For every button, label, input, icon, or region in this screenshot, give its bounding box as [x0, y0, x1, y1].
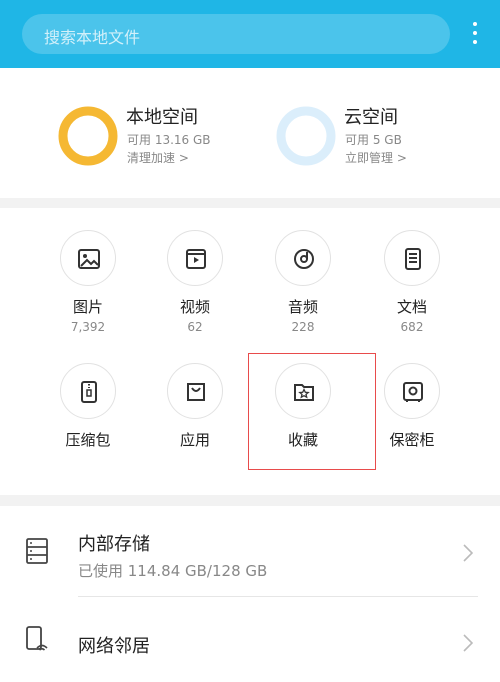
category-label: 应用 [179, 431, 210, 449]
clean-accelerate-link[interactable]: 清理加速 > [127, 149, 189, 166]
internal-storage-title: 内部存储 [78, 534, 150, 555]
local-space-title[interactable]: 本地空间 [126, 103, 198, 129]
local-storage-ring-icon [58, 106, 118, 166]
storage-summary: 本地空间 可用 13.16 GB 清理加速 > 云空间 可用 5 GB 立即管理… [0, 68, 500, 198]
category-audio[interactable]: 音频 228 [263, 230, 343, 334]
category-videos[interactable]: 视频 62 [155, 230, 235, 334]
category-safe[interactable]: 保密柜 [372, 363, 452, 450]
category-label: 视频 [179, 298, 210, 316]
document-icon [405, 248, 421, 270]
manage-now-link[interactable]: 立即管理 > [345, 149, 407, 166]
image-icon [78, 249, 100, 269]
category-label: 音频 [287, 298, 318, 316]
category-label: 保密柜 [389, 431, 435, 449]
category-label: 文档 [396, 298, 427, 316]
more-menu-icon[interactable] [465, 19, 485, 49]
divider [78, 596, 478, 597]
chevron-right-icon [463, 544, 473, 562]
category-grid: 图片 7,392 视频 62 音频 228 文档 682 压缩包 应用 收藏 保… [0, 208, 500, 495]
storage-list: 内部存储 已使用 114.84 GB/128 GB 网络邻居 [0, 506, 500, 682]
category-images[interactable]: 图片 7,392 [48, 230, 128, 334]
app-bag-icon [187, 383, 205, 401]
safe-icon [403, 382, 423, 402]
category-count: 7,392 [70, 320, 106, 334]
cloud-storage-ring-icon [276, 106, 336, 166]
internal-storage-icon [26, 538, 48, 564]
selection-highlight-box [248, 353, 376, 470]
cloud-space-available: 可用 5 GB [345, 133, 402, 147]
search-box[interactable]: 搜索本地文件 [22, 14, 450, 54]
video-icon [186, 249, 206, 269]
category-label: 压缩包 [65, 431, 111, 449]
local-space-available: 可用 13.16 GB [127, 133, 211, 147]
category-count: 228 [291, 320, 315, 334]
cloud-space-title[interactable]: 云空间 [344, 103, 398, 129]
search-input[interactable]: 搜索本地文件 [44, 24, 140, 48]
audio-icon [294, 249, 314, 269]
category-apps[interactable]: 应用 [155, 363, 235, 450]
internal-storage-usage: 已使用 114.84 GB/128 GB [78, 562, 268, 580]
zip-icon [81, 381, 97, 403]
category-label: 图片 [72, 298, 103, 316]
category-count: 62 [187, 320, 203, 334]
category-documents[interactable]: 文档 682 [372, 230, 452, 334]
network-neighbors-title: 网络邻居 [78, 636, 150, 657]
category-archives[interactable]: 压缩包 [48, 363, 128, 450]
chevron-right-icon [463, 634, 473, 652]
top-bar: 搜索本地文件 [0, 0, 500, 68]
network-device-icon [26, 626, 48, 651]
category-count: 682 [400, 320, 424, 334]
